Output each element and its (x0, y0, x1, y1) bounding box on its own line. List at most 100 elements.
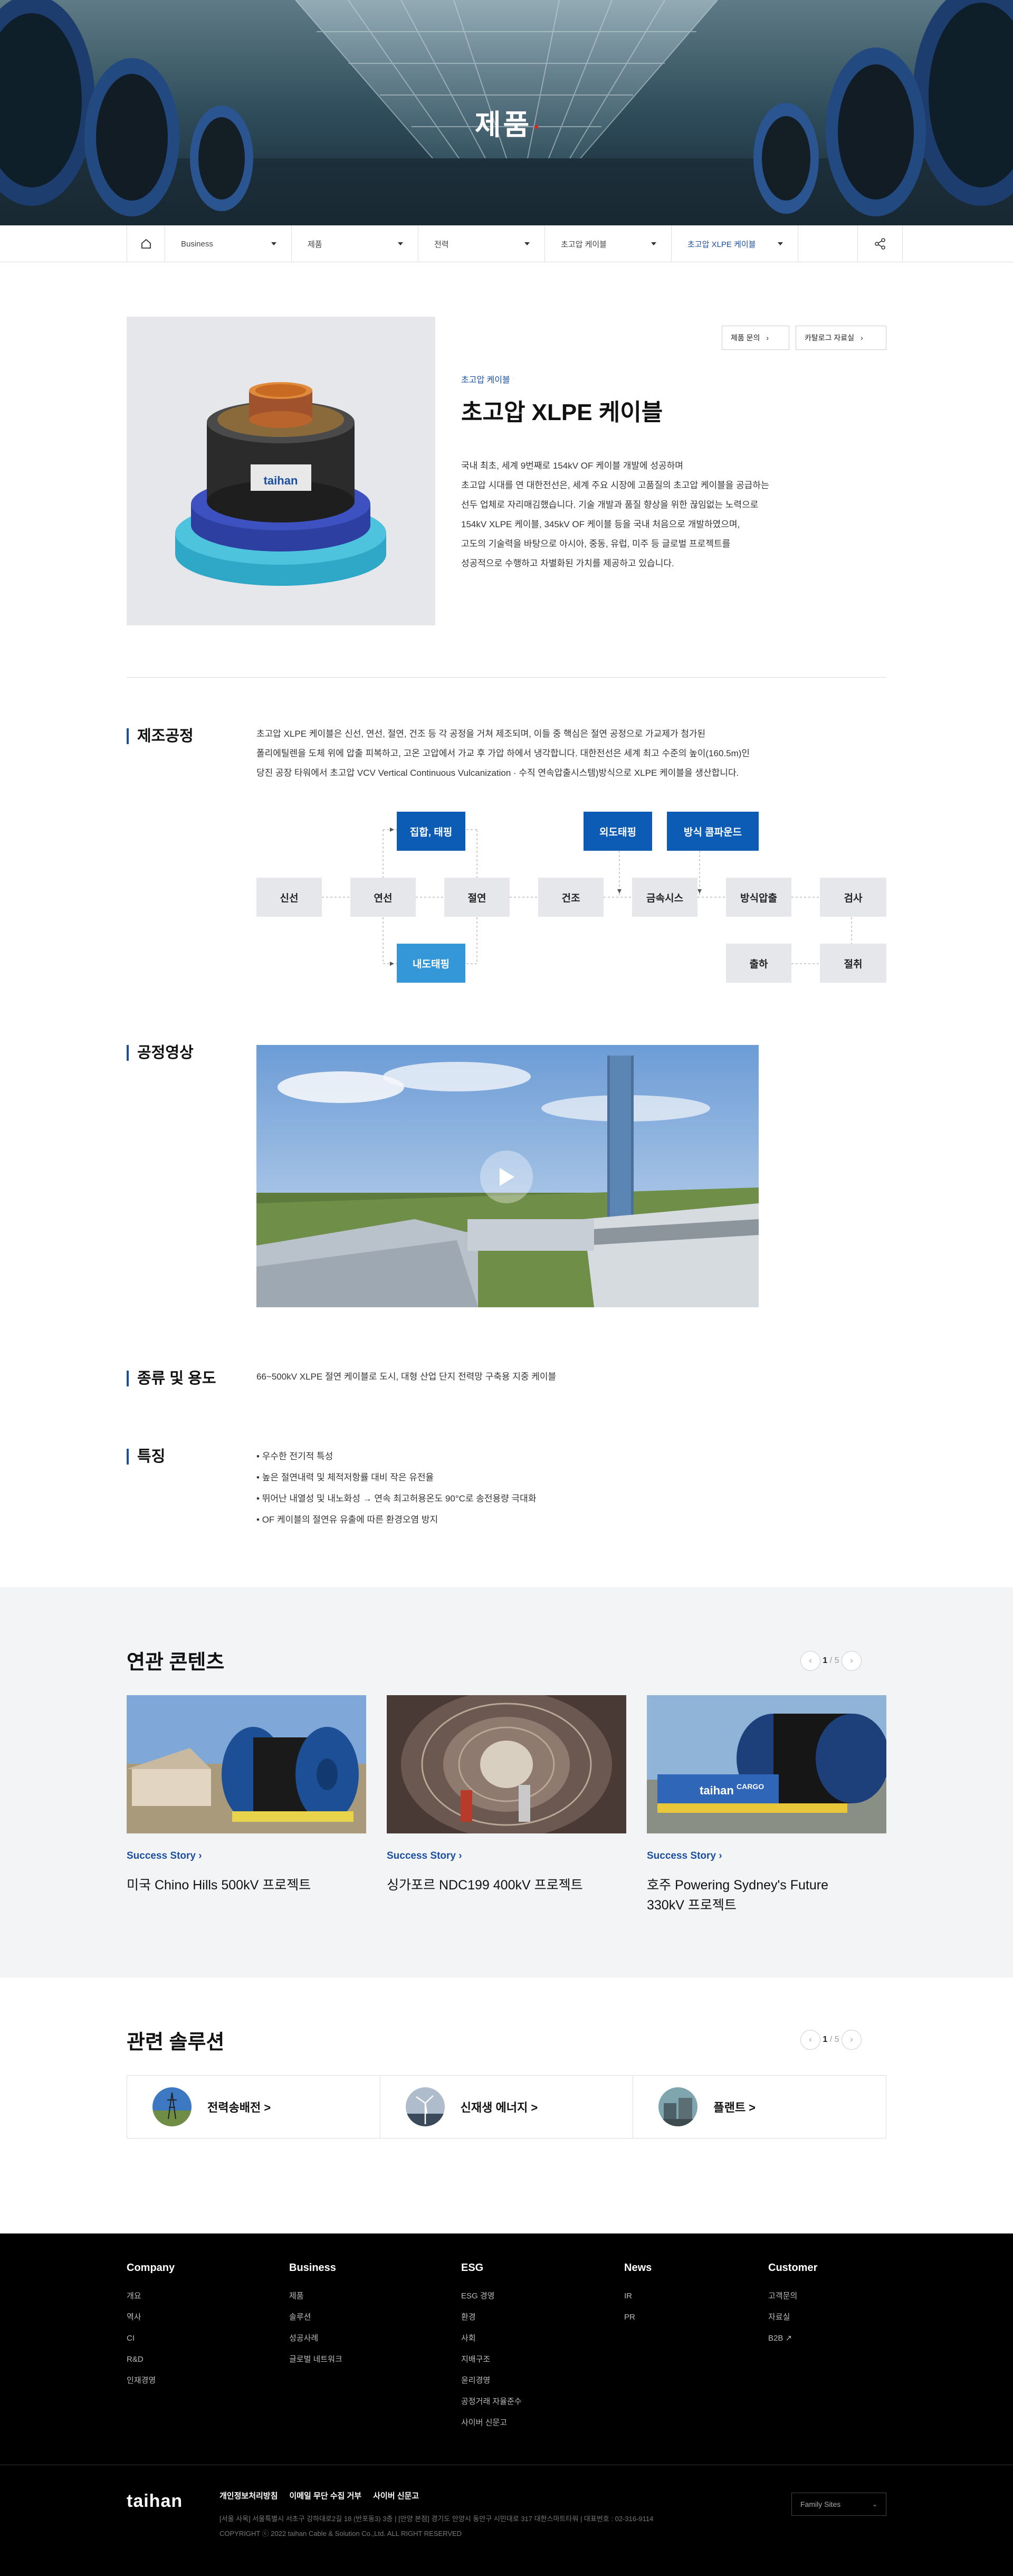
footer-link[interactable]: ESG 경영 (461, 2286, 522, 2307)
card-tag-link[interactable]: Success Story › (387, 1850, 462, 1862)
process-step-metal-sheath: 금속시스 (632, 878, 697, 917)
catalog-button[interactable]: 카탈로그 자료실 › (796, 326, 886, 350)
process-step-anticorrosion-compound: 방식 콤파운드 (667, 812, 759, 851)
card-photo: taihan CARGO (647, 1695, 886, 1833)
privacy-policy-link[interactable]: 개인정보처리방침 (219, 2490, 278, 2501)
description-line: 선두 업체로 자리매김했습니다. 기술 개발과 품질 향상을 위한 끊임없는 노… (461, 500, 759, 510)
card-image-sydney[interactable]: taihan CARGO (647, 1695, 886, 1833)
chevron-right-icon: › (861, 334, 863, 342)
breadcrumb-dropdown-xlpe[interactable]: 초고압 XLPE 케이블 (672, 225, 798, 262)
footer-link[interactable]: 고객문의 (768, 2286, 817, 2307)
feature-text: 뛰어난 내열성 및 내노화성 → 연속 최고허용온도 90°C로 송전용량 극대… (262, 1494, 537, 1504)
product-inquiry-button[interactable]: 제품 문의 › (722, 326, 789, 350)
solution-item-transmission[interactable]: 전력송배전 > (127, 2076, 380, 2138)
footer-policy-links: 개인정보처리방침 이메일 무단 수집 거부 사이버 신문고 (219, 2490, 419, 2501)
cyber-report-link[interactable]: 사이버 신문고 (373, 2490, 419, 2501)
footer-link[interactable]: 제품 (289, 2286, 342, 2307)
process-step-stranding: 연선 (350, 878, 416, 917)
card-photo (387, 1695, 626, 1833)
solutions-list: 전력송배전 > 신재생 에너지 > 플랜트 > (127, 2075, 886, 2138)
features-list: • 우수한 전기적 특성 • 높은 절연내력 및 체적저항률 대비 작은 유전율… (256, 1446, 536, 1531)
play-icon (500, 1168, 514, 1186)
footer-link[interactable]: IR (624, 2286, 652, 2307)
footer-link[interactable]: 자료실 (768, 2307, 817, 2328)
prev-button[interactable]: ‹ (800, 2030, 820, 2050)
feature-text: 높은 절연내력 및 체적저항률 대비 작은 유전율 (262, 1472, 434, 1482)
home-button[interactable] (127, 225, 165, 262)
footer-link-b2b[interactable]: B2B ↗ (768, 2328, 817, 2349)
card-photo (127, 1695, 366, 1833)
solutions-pager: ‹ 1 / 5 › (800, 2030, 862, 2050)
footer-link[interactable]: 인재경영 (127, 2370, 175, 2391)
chevron-right-icon: › (766, 334, 769, 342)
next-button[interactable]: › (842, 2030, 862, 2050)
next-button[interactable]: › (842, 1651, 862, 1671)
share-button[interactable] (857, 225, 903, 262)
chevron-down-icon (651, 242, 656, 245)
footer-link[interactable]: 글로벌 네트워크 (289, 2349, 342, 2370)
pager-total: / 5 (829, 2035, 839, 2044)
breadcrumb-label: 초고압 케이블 (561, 240, 607, 249)
breadcrumb-dropdown-hv-cable[interactable]: 초고압 케이블 (545, 225, 672, 262)
footer-column-company: Company 개요 역사 CI R&D 인재경영 (127, 2262, 175, 2391)
footer-column-customer: Customer 고객문의 자료실 B2B ↗ (768, 2262, 817, 2349)
pager-current: 1 (823, 1656, 828, 1665)
prev-button[interactable]: ‹ (800, 1651, 820, 1671)
footer-link[interactable]: R&D (127, 2349, 175, 2370)
process-step-jacket-extrusion: 방식압출 (726, 878, 791, 917)
footer-link[interactable]: 환경 (461, 2307, 522, 2328)
feature-item: • 우수한 전기적 특성 (256, 1451, 333, 1461)
breadcrumb-dropdown-product[interactable]: 제품 (292, 225, 418, 262)
description-line: 성공적으로 수행하고 차별화된 가치를 제공하고 있습니다. (461, 558, 674, 568)
breadcrumb-label: 전력 (434, 240, 449, 249)
process-step-inspection: 검사 (820, 878, 886, 917)
card-tag: Success Story (387, 1850, 456, 1861)
card-title-singapore[interactable]: 싱가포르 NDC199 400kV 프로젝트 (387, 1875, 626, 1895)
section-title-process: 제조공정 (127, 728, 194, 744)
pager-current: 1 (823, 2035, 828, 2044)
feature-text: OF 케이블의 절연유 유출에 따른 환경오염 방지 (262, 1515, 438, 1525)
pager-count: 1 / 5 (820, 1656, 842, 1666)
process-step-shipping: 출하 (726, 944, 791, 983)
footer-link[interactable]: PR (624, 2307, 652, 2328)
family-sites-label: Family Sites (800, 2500, 841, 2508)
family-sites-select[interactable]: Family Sites ⌄ (791, 2493, 886, 2516)
page-title-text: 제품 (474, 109, 532, 141)
card-title-sydney[interactable]: 호주 Powering Sydney's Future 330kV 프로젝트 (647, 1875, 847, 1915)
footer-link[interactable]: 성공사례 (289, 2328, 342, 2349)
card-tag-link[interactable]: Success Story › (127, 1850, 202, 1862)
play-button[interactable] (480, 1151, 533, 1203)
footer-address: [서울 사옥] 서울특별시 서초구 강하대로2길 18 (반포동3) 3층 | … (219, 2515, 654, 2523)
card-tag-link[interactable]: Success Story › (647, 1850, 722, 1862)
email-policy-link[interactable]: 이메일 무단 수집 거부 (289, 2490, 361, 2501)
card-title-chino-hills[interactable]: 미국 Chino Hills 500kV 프로젝트 (127, 1875, 366, 1895)
footer-link[interactable]: 솔루션 (289, 2307, 342, 2328)
solution-item-renewable[interactable]: 신재생 에너지 > (380, 2076, 634, 2138)
description-line: 154kV XLPE 케이블, 345kV OF 케이블 등을 국내 처음으로 … (461, 519, 740, 529)
transmission-tower-icon (152, 2087, 192, 2126)
card-image-singapore[interactable] (387, 1695, 626, 1833)
footer-column-title: ESG (461, 2262, 484, 2274)
footer-link[interactable]: 역사 (127, 2307, 175, 2328)
breadcrumb-dropdown-business[interactable]: Business (165, 225, 292, 262)
footer-link[interactable]: 사이버 신문고 (461, 2412, 522, 2434)
card-image-chino-hills[interactable] (127, 1695, 366, 1833)
footer-column-esg: ESG ESG 경영 환경 사회 지배구조 윤리경영 공정거래 자율준수 사이버… (461, 2262, 522, 2434)
process-step-outer-taping: 외도태핑 (584, 812, 652, 851)
plant-icon (658, 2087, 698, 2126)
footer-link[interactable]: 지배구조 (461, 2349, 522, 2370)
related-solutions-title: 관련 솔루션 (127, 2031, 225, 2054)
breadcrumb-dropdown-power[interactable]: 전력 (418, 225, 545, 262)
footer-logo[interactable]: taihan (127, 2491, 183, 2512)
footer-link[interactable]: 개요 (127, 2286, 175, 2307)
footer-link[interactable]: CI (127, 2328, 175, 2349)
chevron-down-icon (778, 242, 783, 245)
cable-label: taihan (264, 474, 298, 487)
footer-column-title: Company (127, 2262, 175, 2274)
footer-link[interactable]: 공정거래 자율준수 (461, 2391, 522, 2412)
divider (127, 677, 886, 678)
cable-illustration: taihan (175, 382, 386, 586)
footer-link[interactable]: 윤리경영 (461, 2370, 522, 2391)
footer-link[interactable]: 사회 (461, 2328, 522, 2349)
solution-item-plant[interactable]: 플랜트 > (633, 2076, 886, 2138)
